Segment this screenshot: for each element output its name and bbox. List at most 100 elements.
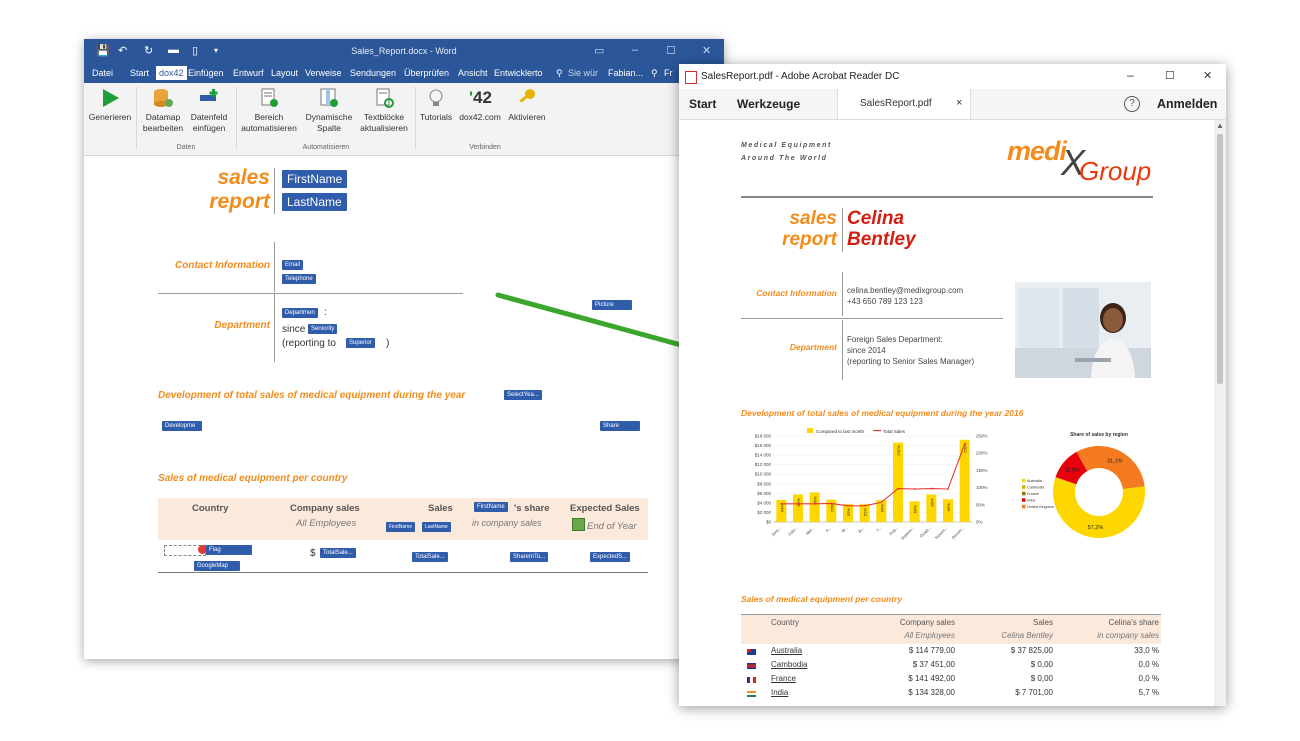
legend-label: India — [1027, 499, 1036, 503]
acrobat-titlebar: SalesReport.pdf - Adobe Acrobat Reader D… — [679, 64, 1226, 89]
pdf-contact-label: Contact Information — [756, 288, 837, 298]
logo-medi: medi — [1007, 136, 1067, 166]
medix-group-logo: medi X Group — [1007, 132, 1157, 186]
legend-swatch — [1022, 478, 1026, 483]
sales-cell: $ 37 825,00 — [1010, 646, 1053, 655]
pdf-sales-title: sales — [789, 208, 837, 229]
table-row: Cambodia $ 37 451,00 $ 0,00 0,0 % — [741, 660, 1161, 673]
acrobat-title: SalesReport.pdf - Adobe Acrobat Reader D… — [701, 71, 900, 82]
y2-tick-label: 0% — [976, 520, 983, 525]
line-point — [947, 488, 949, 490]
country-link[interactable]: Cambodia — [771, 660, 807, 669]
line-point — [897, 487, 899, 490]
x-tick-label: A... — [824, 525, 832, 533]
y-tick-label: $10 000 — [755, 472, 772, 477]
y2-tick-label: 150% — [976, 468, 988, 473]
share-cell: 0,0 % — [1138, 674, 1159, 683]
company-sales-cell: $ 141 492,00 — [908, 674, 955, 683]
bar-data-label: 64% — [879, 504, 884, 512]
legend-swatch-bar — [807, 428, 813, 433]
pdf-col-company-sales: Company sales — [899, 618, 955, 627]
tab-werkzeuge[interactable]: Werkzeuge — [737, 97, 800, 111]
share-by-region-chart: Share of sales by region 57,2% 11,6% 31,1% A… — [1022, 432, 1145, 538]
tagline-line2: Around The World — [741, 155, 828, 162]
signin-button[interactable]: Anmelden — [1157, 97, 1217, 111]
x-tick-label: Decem... — [951, 525, 966, 540]
country-link[interactable]: France — [771, 674, 796, 683]
close-icon[interactable]: ✕ — [1203, 69, 1212, 82]
pdf-first-name: Celina — [847, 208, 905, 229]
tab-start[interactable]: Start — [689, 97, 716, 111]
line-point — [963, 443, 966, 446]
country-link[interactable]: India — [771, 688, 788, 697]
bar-data-label: 80% — [929, 498, 934, 506]
pdf-since: since 2014 — [847, 346, 886, 355]
acrobat-tabbar: Start Werkzeuge SalesReport.pdf × ? Anme… — [679, 89, 1226, 120]
scrollbar-thumb[interactable] — [1217, 134, 1223, 384]
tagline-line1: Medical Equipment — [741, 142, 832, 149]
legend-label: Australia — [1027, 479, 1043, 483]
help-icon[interactable]: ? — [1124, 96, 1140, 112]
line-point — [847, 504, 849, 507]
x-tick-label: Ju... — [856, 525, 865, 534]
pdf-col-sales: Sales — [1032, 618, 1053, 627]
chart-legend: Compared to last month Total Sales — [807, 428, 906, 434]
bar-data-label: 64% — [779, 504, 784, 512]
pdf-department-label: Department — [789, 342, 837, 352]
pdf-email[interactable]: celina.bentley@medixgroup.com — [847, 286, 963, 296]
pdf-development-heading: Development of total sales of medical eq… — [741, 408, 1024, 418]
x-tick-label: Mar... — [805, 525, 816, 536]
country-link[interactable]: Australia — [771, 646, 802, 655]
australia-flag-icon — [747, 649, 756, 655]
company-sales-cell: $ 134 328,00 — [908, 688, 955, 697]
line-point — [780, 502, 783, 505]
maximize-icon[interactable]: ☐ — [1165, 69, 1175, 82]
legend-label: United Kingdom — [1027, 505, 1054, 509]
pdf-department-divider — [842, 320, 843, 380]
france-flag-icon — [747, 677, 756, 683]
bar-data-label: 231% — [896, 445, 901, 456]
sales-development-chart: Compared to last month Total Sales $18 000… — [755, 428, 988, 541]
donut-data-label: 11,6% — [1065, 468, 1080, 474]
y-tick-label: $0 — [766, 520, 772, 525]
table-row: Australia $ 114 779,00 $ 37 825,00 33,0 … — [741, 646, 1161, 659]
donut-title: Share of sales by region — [1070, 432, 1128, 438]
total-sales-line — [781, 443, 966, 507]
sales-cell: $ 0,00 — [1030, 674, 1053, 683]
legend-swatch — [1022, 504, 1026, 509]
minimize-icon[interactable]: – — [1127, 68, 1134, 82]
legend-label-line: Total Sales — [883, 429, 906, 434]
document-tab-label: SalesReport.pdf — [860, 98, 932, 109]
x-tick-label: Octob... — [919, 525, 932, 538]
pdf-contact-divider — [842, 272, 843, 316]
y-tick-label: $4 000 — [757, 500, 771, 505]
y2-tick-label: 250% — [976, 434, 988, 439]
sales-cell: $ 7 701,00 — [1015, 688, 1053, 697]
y-tick-label: $18 000 — [755, 434, 772, 439]
table-row: France $ 141 492,00 $ 0,00 0,0 % — [741, 674, 1161, 687]
pdf-department: Foreign Sales Department: — [847, 335, 943, 344]
legend-swatch — [1022, 498, 1026, 502]
pdf-name-divider — [842, 208, 843, 252]
tab-document[interactable]: SalesReport.pdf × — [837, 89, 971, 119]
x-tick-label: Novem... — [934, 525, 949, 540]
x-tick-label: Janu... — [770, 525, 782, 537]
y-tick-label: $12 000 — [755, 462, 772, 467]
pdf-report-title: report — [782, 229, 837, 250]
pdf-last-name: Bentley — [847, 229, 916, 250]
legend-label-bar: Compared to last month — [816, 429, 865, 434]
share-cell: 5,7 % — [1138, 688, 1159, 697]
pdf-page[interactable]: Medical Equipment Around The World medi … — [679, 120, 1214, 706]
x-tick-label: M... — [840, 525, 848, 533]
scroll-up-icon[interactable]: ▲ — [1216, 121, 1224, 130]
close-tab-icon[interactable]: × — [956, 97, 962, 109]
line-point — [863, 504, 866, 507]
line-point — [797, 502, 799, 505]
y-tick-label: $14 000 — [755, 453, 772, 458]
pdf-col-country: Country — [771, 618, 800, 627]
bar-data-label: 52% — [846, 508, 851, 516]
company-sales-cell: $ 37 451,00 — [912, 660, 955, 669]
line-point — [913, 488, 916, 490]
sales-cell: $ 0,00 — [1030, 660, 1053, 669]
pdf-col-all-employees: All Employees — [904, 631, 955, 640]
